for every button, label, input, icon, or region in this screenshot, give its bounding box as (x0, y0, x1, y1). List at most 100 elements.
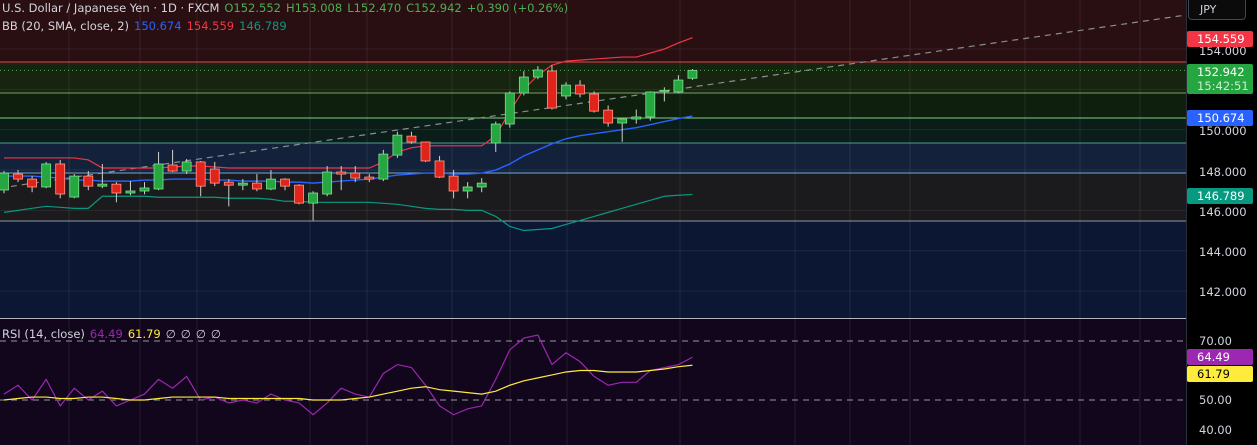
candle-body (631, 116, 642, 120)
candle-body (504, 92, 515, 125)
rsi-badge: 64.49 (1187, 349, 1253, 365)
bb-upper-badge: 154.559 (1187, 31, 1253, 47)
rsi-empty-value: ∅ (165, 327, 176, 341)
price-tick: 150.000 (1199, 124, 1247, 138)
candle-body (125, 190, 136, 194)
change-value: +0.390 (+0.26%) (466, 1, 569, 15)
rsi-tick: 40.00 (1199, 423, 1232, 437)
candle-bearish (420, 141, 431, 162)
candle-body (55, 163, 66, 195)
rsi-empty-value: ∅ (210, 327, 221, 341)
candle-body (378, 153, 389, 180)
candle-body (420, 141, 431, 162)
rsi-tick: 70.00 (1199, 334, 1232, 348)
candle-bullish (69, 174, 80, 199)
rsi-tick: 50.00 (1199, 393, 1232, 407)
bb-lower-badge: 146.789 (1187, 188, 1253, 204)
candle-body (251, 182, 262, 190)
bb-label[interactable]: BB (20, SMA, close, 2) (2, 19, 129, 33)
rsi-ma-badge: 61.79 (1187, 366, 1253, 382)
close-value: C152.942 (406, 1, 462, 15)
candle-bullish (687, 69, 698, 80)
candle-body (434, 160, 445, 178)
candle-body (294, 184, 304, 204)
candle-body (27, 178, 38, 188)
candle-body (575, 84, 585, 95)
candle-body (83, 175, 94, 187)
bb-legend: BB (20, SMA, close, 2) 150.674 154.559 146.… (2, 19, 292, 33)
candle-bearish (547, 65, 557, 110)
price-tick: 146.000 (1199, 205, 1247, 219)
bar-countdown: 15:42:51 (1197, 79, 1249, 93)
candle-body (490, 123, 501, 144)
background-zones (0, 0, 1186, 445)
rsi-legend: RSI (14, close) 64.49 61.79 ∅ ∅ ∅ ∅ (2, 327, 226, 341)
candle-body (547, 70, 557, 109)
candle-body (645, 91, 656, 118)
zone (0, 62, 1186, 93)
candle-bullish (41, 161, 52, 189)
candle-body (603, 109, 614, 124)
candle-body (0, 172, 9, 191)
open-value: O152.552 (224, 1, 281, 15)
candle-body (97, 183, 108, 187)
candle-body (41, 163, 52, 188)
candle-body (392, 134, 403, 156)
candle-body (308, 192, 319, 204)
candle-body (462, 186, 473, 192)
last-price-badge: 152.942 15:42:51 (1187, 64, 1253, 94)
candle-body (350, 172, 361, 179)
candle-body (617, 118, 628, 124)
candle-bullish (645, 91, 656, 121)
candle-body (69, 175, 80, 198)
candle-body (111, 183, 122, 194)
bb-upper-value: 154.559 (186, 19, 235, 33)
symbol-title[interactable]: U.S. Dollar / Japanese Yen · 1D · FXCM (2, 1, 219, 15)
high-value: H153.008 (285, 1, 343, 15)
candle-body (659, 89, 670, 93)
low-value: L152.470 (347, 1, 402, 15)
candle-bearish (55, 159, 66, 199)
candle-bullish (392, 131, 403, 158)
pane-separator[interactable] (0, 318, 1257, 319)
candle-body (181, 161, 192, 172)
candle-body (533, 69, 543, 78)
candle-body (195, 161, 206, 187)
bb-lower-value: 146.789 (239, 19, 287, 33)
candle-body (223, 181, 234, 186)
candle-body (322, 171, 333, 195)
price-axis[interactable]: 154.000 150.000 148.000 146.000 144.000 … (1186, 0, 1257, 445)
symbol-legend: U.S. Dollar / Japanese Yen · 1D · FXCM O1… (2, 1, 573, 15)
candle-body (476, 182, 487, 188)
candle-body (167, 164, 178, 172)
zone (0, 118, 1186, 143)
candle-body (153, 163, 164, 190)
candle-bearish (294, 184, 304, 205)
candle-body (687, 69, 698, 79)
zone (0, 143, 1186, 173)
candle-body (364, 176, 375, 180)
candle-bearish (589, 91, 599, 113)
candle-body (209, 168, 220, 184)
candle-body (237, 182, 248, 186)
rsi-value: 64.49 (89, 327, 123, 341)
rsi-empty-value: ∅ (180, 327, 191, 341)
bb-basis-badge: 150.674 (1187, 110, 1253, 126)
rsi-empty-value: ∅ (195, 327, 206, 341)
rsi-label[interactable]: RSI (14, close) (2, 327, 85, 341)
currency-button[interactable]: JPY (1188, 0, 1246, 20)
price-tick: 142.000 (1199, 285, 1247, 299)
candle-body (673, 79, 684, 93)
price-chart[interactable] (0, 0, 1186, 445)
last-price: 152.942 (1197, 65, 1245, 79)
price-tick: 144.000 (1199, 245, 1247, 259)
price-tick: 148.000 (1199, 165, 1247, 179)
candle-body (266, 178, 276, 190)
bb-basis-value: 150.674 (134, 19, 182, 33)
candle-body (448, 175, 459, 192)
candle-body (561, 84, 571, 97)
rsi-ma-value: 61.79 (127, 327, 161, 341)
candle-bullish (504, 91, 515, 128)
candle-body (336, 171, 347, 175)
candle-body (589, 93, 599, 112)
